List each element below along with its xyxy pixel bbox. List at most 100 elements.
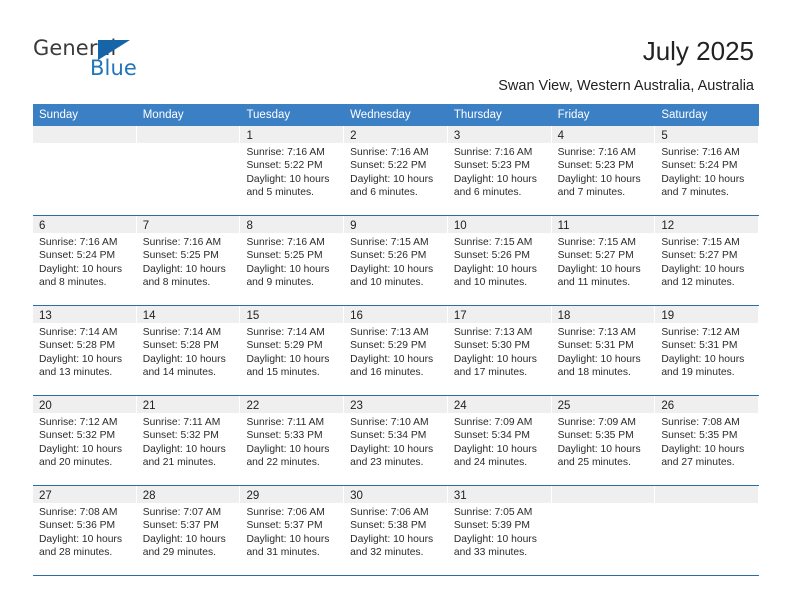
calendar-day-cell[interactable]: 15 Sunrise: 7:14 AM Sunset: 5:29 PM Dayligh… [240,306,345,395]
calendar-day-cell[interactable]: 21 Sunrise: 7:11 AM Sunset: 5:32 PM Dayligh… [136,396,241,485]
daylight-duration-line2: and 9 minutes. [246,277,314,289]
daylight-duration-line1: Daylight: 10 hours [453,353,537,365]
calendar-day-cell[interactable]: 19 Sunrise: 7:12 AM Sunset: 5:31 PM Dayligh… [655,306,760,395]
sunset-time: Sunset: 5:27 PM [661,250,738,262]
daylight-duration-line1: Daylight: 10 hours [661,443,745,455]
calendar-day-cell[interactable]: 31 Sunrise: 7:05 AM Sunset: 5:39 PM Dayligh… [447,486,552,575]
daylight-duration-line1: Daylight: 10 hours [350,263,434,275]
calendar-day-cell[interactable]: 12 Sunrise: 7:15 AM Sunset: 5:27 PM Dayligh… [655,216,760,305]
calendar-day-cell[interactable]: 11 Sunrise: 7:15 AM Sunset: 5:27 PM Dayligh… [551,216,656,305]
daylight-duration-line1: Daylight: 10 hours [39,263,122,275]
daylight-duration-line1: Daylight: 10 hours [453,263,537,275]
day-number: 25 [557,400,571,412]
calendar-day-cell[interactable]: 10 Sunrise: 7:15 AM Sunset: 5:26 PM Dayligh… [447,216,552,305]
calendar-week-row: 6 Sunrise: 7:16 AM Sunset: 5:24 PM Daylight… [33,216,760,306]
calendar-day-cell[interactable]: 17 Sunrise: 7:13 AM Sunset: 5:30 PM Dayligh… [447,306,552,395]
daylight-duration-line1: Daylight: 10 hours [453,533,537,545]
daylight-duration-line1: Daylight: 10 hours [661,173,745,185]
day-number-band [136,126,240,143]
day-number-band: 10 [447,216,551,233]
daylight-duration-line1: Daylight: 10 hours [142,443,226,455]
daylight-duration-line2: and 6 minutes. [350,187,418,199]
day-details: Sunrise: 7:08 AM Sunset: 5:36 PM Daylight:… [33,503,136,560]
calendar-day-cell[interactable]: 26 Sunrise: 7:08 AM Sunset: 5:35 PM Dayligh… [655,396,760,485]
calendar-day-cell[interactable]: 23 Sunrise: 7:10 AM Sunset: 5:34 PM Dayligh… [344,396,448,485]
calendar-day-cell[interactable]: 29 Sunrise: 7:06 AM Sunset: 5:37 PM Dayligh… [240,486,345,575]
calendar-day-cell[interactable]: 6 Sunrise: 7:16 AM Sunset: 5:24 PM Daylight… [33,216,137,305]
daylight-duration-line2: and 33 minutes. [453,547,528,559]
day-details: Sunrise: 7:16 AM Sunset: 5:24 PM Daylight:… [655,143,758,200]
calendar-day-cell[interactable]: 14 Sunrise: 7:14 AM Sunset: 5:28 PM Dayligh… [136,306,241,395]
sunset-time: Sunset: 5:31 PM [557,340,634,352]
day-details: Sunrise: 7:13 AM Sunset: 5:31 PM Daylight:… [552,323,655,380]
sunrise-time: Sunrise: 7:13 AM [453,327,533,338]
calendar-day-cell[interactable]: 8 Sunrise: 7:16 AM Sunset: 5:25 PM Daylight… [240,216,345,305]
calendar-day-cell[interactable]: 24 Sunrise: 7:09 AM Sunset: 5:34 PM Dayligh… [447,396,552,485]
calendar-day-cell[interactable]: 27 Sunrise: 7:08 AM Sunset: 5:36 PM Dayligh… [33,486,137,575]
sunrise-time: Sunrise: 7:06 AM [246,507,325,518]
calendar-day-cell[interactable]: 5 Sunrise: 7:16 AM Sunset: 5:24 PM Daylight… [655,126,760,215]
day-number-band: 24 [447,396,551,413]
day-details: Sunrise: 7:16 AM Sunset: 5:22 PM Daylight:… [240,143,343,200]
day-number-band: 11 [551,216,655,233]
calendar-day-cell[interactable]: 28 Sunrise: 7:07 AM Sunset: 5:37 PM Dayligh… [136,486,241,575]
calendar-day-cell[interactable]: 20 Sunrise: 7:12 AM Sunset: 5:32 PM Dayligh… [33,396,137,485]
calendar-day-cell[interactable]: 2 Sunrise: 7:16 AM Sunset: 5:22 PM Daylight… [344,126,448,215]
daylight-duration-line1: Daylight: 10 hours [246,533,330,545]
calendar-day-cell[interactable]: 30 Sunrise: 7:06 AM Sunset: 5:38 PM Dayligh… [344,486,448,575]
calendar-weeks: 1 Sunrise: 7:16 AM Sunset: 5:22 PM Daylight… [33,126,760,576]
calendar-day-cell[interactable]: 25 Sunrise: 7:09 AM Sunset: 5:35 PM Dayligh… [551,396,656,485]
day-details: Sunrise: 7:16 AM Sunset: 5:23 PM Daylight:… [552,143,655,200]
calendar-day-cell[interactable]: 13 Sunrise: 7:14 AM Sunset: 5:28 PM Dayligh… [33,306,137,395]
calendar-day-cell[interactable]: 7 Sunrise: 7:16 AM Sunset: 5:25 PM Daylight… [136,216,241,305]
daylight-duration-line1: Daylight: 10 hours [246,443,330,455]
calendar-week-row: 27 Sunrise: 7:08 AM Sunset: 5:36 PM Dayligh… [33,486,760,576]
daylight-duration-line2: and 10 minutes. [350,277,424,289]
day-number-band: 2 [344,126,447,143]
sunrise-time: Sunrise: 7:16 AM [246,147,325,158]
sunset-time: Sunset: 5:29 PM [350,340,427,352]
sunset-time: Sunset: 5:35 PM [661,430,738,442]
weekday-header-monday: Monday [142,109,184,121]
sunrise-time: Sunrise: 7:07 AM [142,507,222,518]
day-number-band: 16 [344,306,447,323]
daylight-duration-line1: Daylight: 10 hours [557,173,641,185]
day-details: Sunrise: 7:13 AM Sunset: 5:29 PM Daylight:… [344,323,447,380]
sunset-time: Sunset: 5:26 PM [453,250,531,262]
general-blue-logo: General Blue [33,36,173,84]
daylight-duration-line1: Daylight: 10 hours [350,353,434,365]
sunset-time: Sunset: 5:24 PM [661,160,738,172]
day-number: 26 [661,400,675,412]
sunrise-time: Sunrise: 7:12 AM [39,417,118,428]
calendar-day-cell[interactable]: 22 Sunrise: 7:11 AM Sunset: 5:33 PM Dayligh… [240,396,345,485]
day-number: 9 [350,220,357,232]
day-number: 22 [246,400,260,412]
daylight-duration-line2: and 23 minutes. [350,457,424,469]
sunset-time: Sunset: 5:31 PM [661,340,738,352]
daylight-duration-line1: Daylight: 10 hours [350,173,434,185]
day-number-band: 21 [136,396,240,413]
daylight-duration-line2: and 7 minutes. [557,187,626,199]
calendar-day-cell[interactable]: 18 Sunrise: 7:13 AM Sunset: 5:31 PM Dayligh… [551,306,656,395]
sunrise-time: Sunrise: 7:16 AM [142,237,222,248]
daylight-duration-line1: Daylight: 10 hours [453,173,537,185]
day-details: Sunrise: 7:15 AM Sunset: 5:27 PM Daylight:… [552,233,655,290]
calendar-day-cell[interactable]: 3 Sunrise: 7:16 AM Sunset: 5:23 PM Daylight… [447,126,552,215]
day-number: 8 [246,220,253,232]
daylight-duration-line2: and 27 minutes. [661,457,735,469]
sunrise-time: Sunrise: 7:16 AM [246,237,325,248]
calendar-day-cell[interactable]: 16 Sunrise: 7:13 AM Sunset: 5:29 PM Dayligh… [344,306,448,395]
day-details: Sunrise: 7:16 AM Sunset: 5:22 PM Daylight:… [344,143,447,200]
sunset-time: Sunset: 5:37 PM [142,520,219,532]
day-number: 13 [39,310,52,322]
daylight-duration-line2: and 17 minutes. [453,367,528,379]
day-details: Sunrise: 7:09 AM Sunset: 5:35 PM Daylight:… [552,413,655,470]
daylight-duration-line2: and 28 minutes. [39,547,113,559]
day-details: Sunrise: 7:06 AM Sunset: 5:37 PM Daylight:… [240,503,343,560]
day-number: 24 [453,400,467,412]
calendar-day-cell[interactable]: 9 Sunrise: 7:15 AM Sunset: 5:26 PM Daylight… [344,216,448,305]
daylight-duration-line1: Daylight: 10 hours [39,533,122,545]
calendar-day-cell[interactable]: 4 Sunrise: 7:16 AM Sunset: 5:23 PM Daylight… [551,126,656,215]
sunrise-time: Sunrise: 7:15 AM [557,237,637,248]
calendar-day-cell[interactable]: 1 Sunrise: 7:16 AM Sunset: 5:22 PM Daylight… [240,126,345,215]
